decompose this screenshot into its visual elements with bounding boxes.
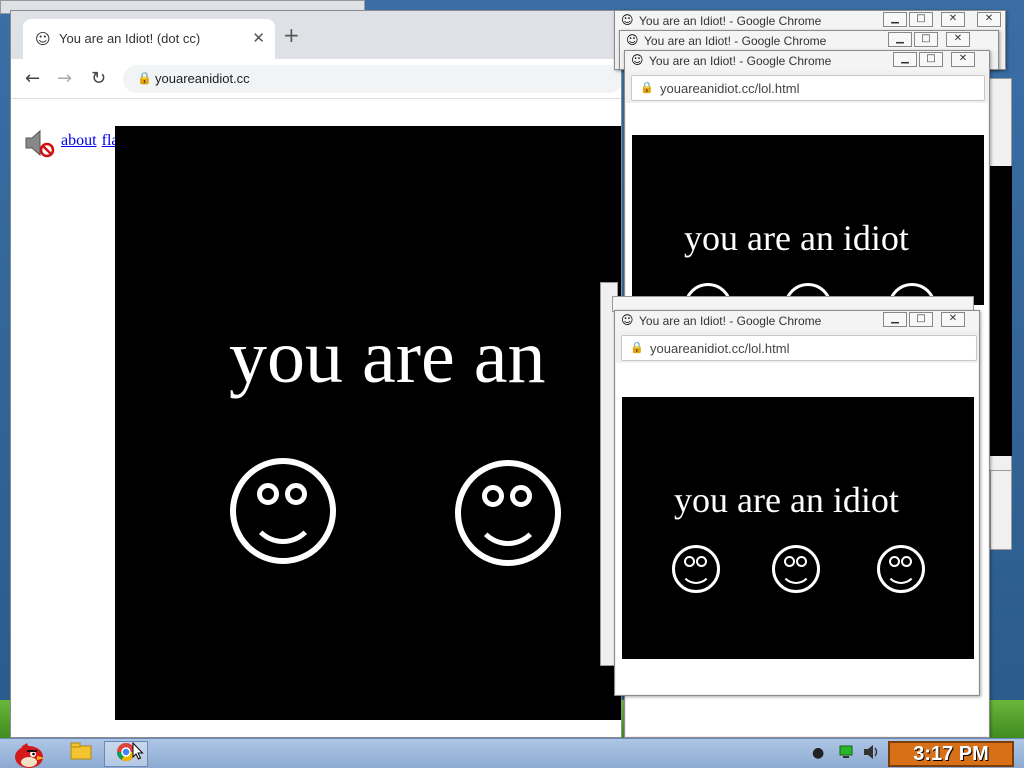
- smiley-face-icon: [455, 460, 561, 566]
- volume-icon[interactable]: [862, 744, 880, 765]
- maximize-button[interactable]: □: [909, 312, 933, 327]
- popup-black-banner: you are an idiot: [622, 397, 974, 659]
- close-button[interactable]: ✕: [946, 32, 970, 47]
- about-link[interactable]: about: [61, 132, 97, 149]
- popup-url: youareanidiot.cc/lol.html: [660, 81, 800, 96]
- lock-icon: 🔒: [137, 71, 152, 85]
- forward-button[interactable]: →: [57, 69, 72, 89]
- close-button[interactable]: ✕: [941, 312, 965, 327]
- new-tab-button[interactable]: +: [283, 25, 300, 45]
- black-banner: you are an: [115, 126, 621, 720]
- browser-toolbar: ← → ↻ 🔒 youareanidiot.cc: [11, 59, 621, 99]
- tray-dot-icon[interactable]: ●: [812, 744, 824, 762]
- minimize-button[interactable]: ▁: [883, 312, 907, 327]
- close-button[interactable]: ✕: [977, 12, 1001, 27]
- close-button[interactable]: ✕: [951, 52, 975, 67]
- background-popup-black: [990, 166, 1012, 456]
- maximize-button[interactable]: □: [914, 32, 938, 47]
- close-tab-icon[interactable]: ✕: [252, 29, 265, 47]
- smiley-face-icon: [772, 545, 820, 593]
- minimize-button[interactable]: ▁: [888, 32, 912, 47]
- smiley-icon: ☺: [621, 13, 634, 27]
- popup-window[interactable]: ☺ You are an Idiot! - Google Chrome ▁ □ …: [614, 310, 980, 696]
- page-content: about flash you are an: [11, 100, 621, 737]
- smiley-icon: ☺: [35, 30, 51, 48]
- mouse-cursor-icon: [132, 741, 144, 760]
- network-icon[interactable]: [838, 744, 854, 765]
- background-popup-edge: [990, 470, 1012, 550]
- popup-title: You are an Idiot! - Google Chrome: [644, 34, 827, 48]
- popup-address-bar[interactable]: 🔒 youareanidiot.cc/lol.html: [621, 335, 977, 361]
- tab-you-are-an-idiot[interactable]: ☺ You are an Idiot! (dot cc) ✕: [23, 19, 275, 59]
- maximize-button[interactable]: □: [909, 12, 933, 27]
- address-bar[interactable]: 🔒 youareanidiot.cc: [123, 65, 621, 93]
- popup-titlebar[interactable]: ☺ You are an Idiot! - Google Chrome ▁ □ …: [620, 31, 998, 51]
- popup-title: You are an Idiot! - Google Chrome: [649, 54, 832, 68]
- popup-titlebar[interactable]: ☺ You are an Idiot! - Google Chrome ▁ □ …: [615, 11, 1005, 31]
- popup-address-bar[interactable]: 🔒 youareanidiot.cc/lol.html: [631, 75, 985, 101]
- tab-strip: ☺ You are an Idiot! (dot cc) ✕ +: [11, 11, 621, 59]
- smiley-face-icon: [672, 545, 720, 593]
- back-button[interactable]: ←: [25, 69, 40, 89]
- popup-url: youareanidiot.cc/lol.html: [650, 341, 790, 356]
- close-button[interactable]: ✕: [941, 12, 965, 27]
- address-url: youareanidiot.cc: [155, 71, 250, 86]
- popup-banner-text: you are an idiot: [684, 218, 909, 258]
- popup-banner-text: you are an idiot: [674, 480, 899, 520]
- angry-bird-start-button[interactable]: [4, 741, 50, 768]
- taskbar: ● 3:17 PM: [0, 738, 1024, 768]
- smiley-face-icon: [877, 545, 925, 593]
- popup-page: you are an idiot: [616, 363, 978, 694]
- popup-title: You are an Idiot! - Google Chrome: [639, 314, 822, 328]
- reload-button[interactable]: ↻: [91, 69, 106, 89]
- popup-title: You are an Idiot! - Google Chrome: [639, 14, 822, 28]
- main-browser-window: ☺ You are an Idiot! (dot cc) ✕ + ← → ↻ 🔒…: [10, 10, 622, 738]
- maximize-button[interactable]: □: [919, 52, 943, 67]
- smiley-icon: ☺: [626, 33, 639, 47]
- popup-titlebar[interactable]: ☺ You are an Idiot! - Google Chrome ▁ □ …: [615, 311, 979, 331]
- speaker-muted-icon[interactable]: [23, 128, 55, 158]
- lock-icon: 🔒: [640, 81, 654, 94]
- popup-titlebar[interactable]: ☺ You are an Idiot! - Google Chrome ▁ □ …: [625, 51, 989, 71]
- minimize-button[interactable]: ▁: [893, 52, 917, 67]
- banner-text: you are an: [229, 315, 546, 399]
- smiley-face-icon: [230, 458, 336, 564]
- minimize-button[interactable]: ▁: [883, 12, 907, 27]
- folder-icon[interactable]: [64, 741, 98, 767]
- system-clock[interactable]: 3:17 PM: [888, 741, 1014, 767]
- lock-icon: 🔒: [630, 341, 644, 354]
- popup-black-banner: you are an idiot: [632, 135, 984, 305]
- smiley-icon: ☺: [631, 53, 644, 67]
- smiley-icon: ☺: [621, 313, 634, 327]
- tab-title: You are an Idiot! (dot cc): [59, 31, 201, 46]
